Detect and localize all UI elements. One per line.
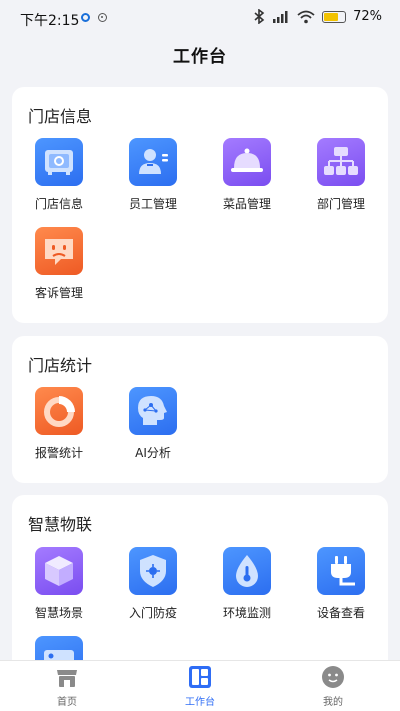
tab-mine[interactable]: 我的: [293, 665, 373, 708]
store-front-icon: [55, 665, 79, 689]
alarm-statistics-button[interactable]: 报警统计: [19, 387, 99, 461]
status-bar: 下午2:15 72%: [0, 0, 400, 36]
device-view-button[interactable]: 设备查看: [301, 547, 381, 621]
shield-virus-icon: [129, 547, 177, 595]
battery-percent: 72: [353, 9, 370, 24]
alarm-pie-icon: [35, 387, 83, 435]
status-time: 下午2:15: [20, 13, 80, 29]
workbench-grid-icon: [188, 665, 212, 689]
tab-workbench[interactable]: 工作台: [160, 665, 240, 708]
scene-cube-icon: [35, 547, 83, 595]
entry-epidemic-button[interactable]: 入门防疫: [113, 547, 193, 621]
complaint-chat-icon: [35, 227, 83, 275]
page-title: 工作台: [173, 47, 227, 67]
bluetooth-icon: [254, 9, 265, 24]
dish-management-button[interactable]: 菜品管理: [207, 138, 287, 212]
tab-home[interactable]: 首页: [27, 665, 107, 708]
complaint-management-button[interactable]: 客诉管理: [19, 227, 99, 301]
battery-unit: %: [369, 9, 382, 24]
ai-head-icon: [129, 387, 177, 435]
signal-icon: [273, 11, 288, 23]
section-title: 门店统计: [28, 356, 93, 375]
notification-dot-icon: [98, 13, 107, 22]
plug-icon: [317, 547, 365, 595]
staff-badge-icon: [129, 138, 177, 186]
org-chart-icon: [317, 138, 365, 186]
smart-scene-button[interactable]: 智慧场景: [19, 547, 99, 621]
food-cloche-icon: [223, 138, 271, 186]
ai-analysis-button[interactable]: AI分析: [113, 387, 193, 461]
section-title: 智慧物联: [28, 515, 93, 534]
bottom-tab-bar: 首页 工作台 我的: [0, 660, 400, 711]
section-title: 门店信息: [28, 107, 93, 126]
section-store-statistics: 门店统计 报警统计 AI分析: [12, 336, 388, 483]
staff-management-button[interactable]: 员工管理: [113, 138, 193, 212]
smiley-face-icon: [321, 665, 345, 689]
section-store-info: 门店信息 门店信息 员工管理 菜品管理 部门管理 客诉管理: [12, 87, 388, 323]
wifi-icon: [297, 10, 315, 23]
store-safe-icon: [35, 138, 83, 186]
thermometer-drop-icon: [223, 547, 271, 595]
notification-app-icon: [81, 13, 90, 22]
department-management-button[interactable]: 部门管理: [301, 138, 381, 212]
environment-monitor-button[interactable]: 环境监测: [207, 547, 287, 621]
battery-icon: [322, 10, 347, 23]
store-info-button[interactable]: 门店信息: [19, 138, 99, 212]
